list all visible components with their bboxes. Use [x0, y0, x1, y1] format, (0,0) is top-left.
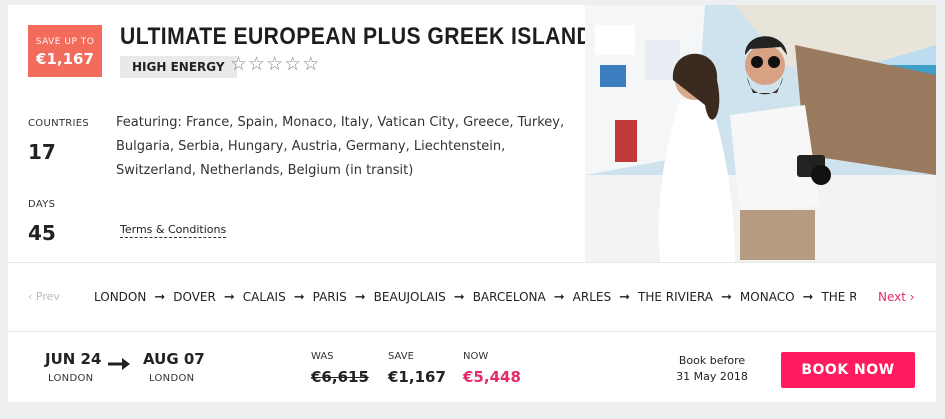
route-arrow-icon: ➞ [154, 289, 166, 305]
tour-card: SAVE UP TO €1,167 ULTIMATE EUROPEAN PLUS… [8, 5, 936, 402]
route-stop: BARCELONA [472, 290, 546, 304]
route-stop: LONDON [94, 290, 147, 304]
route-arrow-icon: ➞ [553, 289, 565, 305]
save-badge-amount: €1,167 [36, 50, 94, 68]
book-now-button[interactable]: BOOK NOW [781, 352, 915, 388]
book-before-label: Book before [678, 354, 746, 367]
rating-stars: ☆☆☆☆☆ [230, 53, 320, 75]
book-before: Book before 31 May 2018 [668, 353, 756, 385]
star-outline-icon: ☆ [302, 53, 321, 75]
route-stop: MONACO [739, 290, 795, 304]
end-date: AUG 07 [143, 350, 205, 368]
route-arrow-icon: ➞ [453, 289, 465, 305]
route-stop: ARLES [572, 290, 612, 304]
save-badge: SAVE UP TO €1,167 [28, 25, 102, 77]
start-date: JUN 24 [45, 350, 102, 368]
save-price: €1,167 [388, 368, 446, 386]
save-label: SAVE [388, 351, 414, 362]
route-arrow-icon: ➞ [619, 289, 630, 305]
days-value: 45 [28, 221, 56, 245]
days-label: DAYS [28, 199, 56, 210]
route-stops: LONDON ➞ DOVER ➞ CALAIS ➞ PARIS ➞ BEAUJOLAIS ➞ BAR… [88, 283, 856, 311]
countries-value: 17 [28, 140, 56, 164]
divider [8, 331, 936, 332]
end-city: LONDON [149, 373, 195, 384]
route-stop: CALAIS [242, 290, 286, 304]
star-outline-icon: ☆ [230, 53, 249, 75]
route-stop: PARIS [312, 290, 347, 304]
route-stop: BEAUJOLAIS [373, 290, 446, 304]
star-outline-icon: ☆ [266, 53, 285, 75]
route-arrow-icon: ➞ [223, 289, 235, 305]
route-arrow-icon: ➞ [721, 289, 732, 305]
star-outline-icon: ☆ [284, 53, 303, 75]
route-prev-button[interactable]: ‹ Prev [28, 290, 60, 303]
save-badge-label: SAVE UP TO [35, 37, 95, 47]
now-price: €5,448 [463, 368, 521, 386]
route-stop: THE RIVIERA [821, 290, 856, 304]
route-next-button[interactable]: Next › [878, 290, 915, 304]
route-stop: DOVER [173, 290, 216, 304]
was-label: WAS [311, 351, 334, 362]
countries-label: COUNTRIES [28, 118, 90, 129]
route-stop: THE RIVIERA [637, 290, 714, 304]
terms-link[interactable]: Terms & Conditions [120, 223, 227, 238]
star-outline-icon: ☆ [248, 53, 267, 75]
route-arrow-icon: ➞ [802, 289, 814, 305]
was-price: €6,615 [311, 368, 369, 386]
arrow-right-icon [108, 358, 130, 370]
book-before-date: 31 May 2018 [676, 370, 748, 383]
now-label: NOW [463, 351, 489, 362]
tour-title[interactable]: ULTIMATE EUROPEAN PLUS GREEK ISLANDS [120, 23, 607, 51]
route-arrow-icon: ➞ [354, 289, 366, 305]
hero-photo [585, 5, 936, 262]
tour-hero-image [585, 5, 936, 262]
route-arrow-icon: ➞ [293, 289, 305, 305]
start-city: LONDON [48, 373, 94, 384]
travel-style-tag: HIGH ENERGY [120, 56, 237, 78]
featured-countries: Featuring: France, Spain, Monaco, Italy,… [116, 115, 565, 178]
itinerary-route: ‹ Prev LONDON ➞ DOVER ➞ CALAIS ➞ PARIS ➞ BEAUJOL… [8, 263, 936, 331]
route-track: LONDON ➞ DOVER ➞ CALAIS ➞ PARIS ➞ BEAUJOLAIS ➞ BAR… [88, 283, 856, 311]
